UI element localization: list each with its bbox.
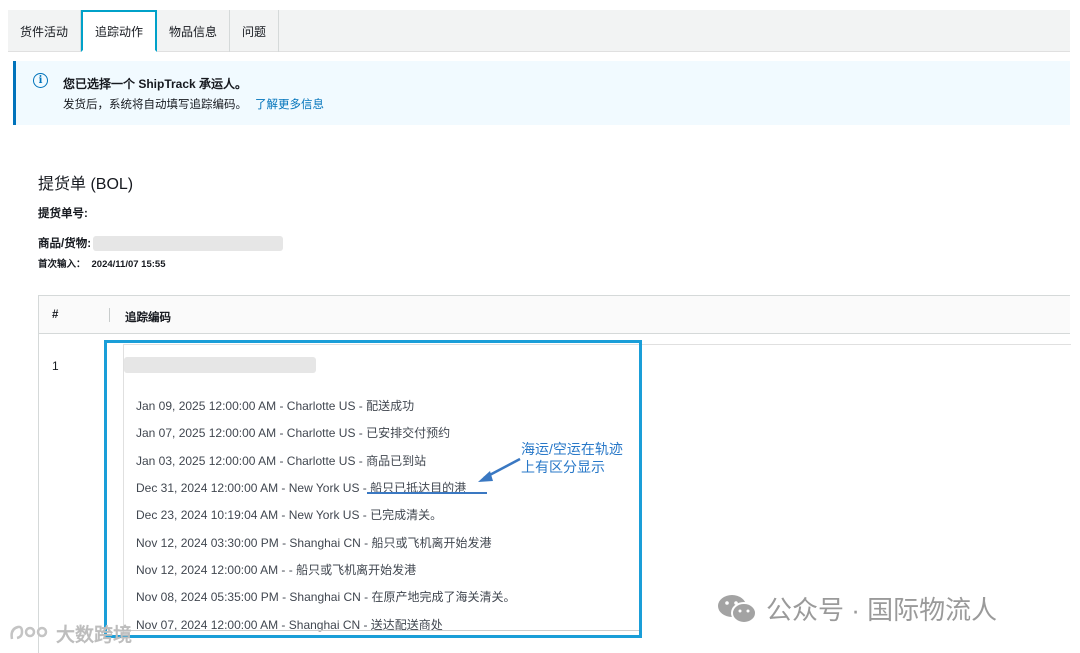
first-entry-value: 2024/11/07 15:55 bbox=[91, 259, 166, 270]
info-circle-icon: i bbox=[33, 73, 48, 88]
highlight-box bbox=[104, 340, 642, 638]
watermark-left-text: 大数跨境 bbox=[56, 625, 133, 646]
tab-tracking-actions[interactable]: 追踪动作 bbox=[81, 10, 158, 52]
goods-label: 商品/货物: bbox=[38, 238, 92, 250]
goods-redacted-value bbox=[93, 235, 284, 251]
tab-label: 追踪动作 bbox=[95, 24, 144, 39]
alert-title: 您已选择一个 ShipTrack 承运人。 bbox=[63, 77, 248, 91]
bol-number-label: 提货单号: bbox=[38, 208, 88, 220]
alert-body-text: 发货后，系统将自动填写追踪编码。 bbox=[63, 99, 247, 111]
annotation-arrow-icon bbox=[478, 457, 521, 482]
tab-label: 物品信息 bbox=[169, 24, 218, 39]
watermark-left: 大数跨境 bbox=[8, 620, 132, 647]
column-divider bbox=[109, 308, 110, 322]
goods-row: 商品/货物: bbox=[38, 235, 284, 251]
tab-shipment-activity[interactable]: 货件活动 bbox=[8, 10, 82, 52]
column-header-tracking-code: 追踪编码 bbox=[125, 312, 171, 324]
first-entry-label: 首次输入： bbox=[38, 259, 86, 270]
tab-item-info[interactable]: 物品信息 bbox=[157, 10, 231, 52]
table-header: # 追踪编码 bbox=[39, 296, 1070, 334]
column-header-number: # bbox=[52, 309, 59, 321]
tab-issues[interactable]: 问题 bbox=[230, 10, 280, 52]
tab-bar: 货件活动 追踪动作 物品信息 问题 bbox=[8, 10, 1070, 52]
annotation-note: 海运/空运在轨迹 上有区分显示 bbox=[521, 440, 641, 476]
bol-section-title: 提货单 (BOL) bbox=[38, 176, 134, 193]
alert-body: 发货后，系统将自动填写追踪编码。 了解更多信息 bbox=[63, 96, 324, 112]
info-alert: i 您已选择一个 ShipTrack 承运人。 发货后，系统将自动填写追踪编码。… bbox=[13, 61, 1070, 125]
row-number: 1 bbox=[52, 359, 59, 373]
annotation-line-2: 上有区分显示 bbox=[521, 459, 605, 475]
wechat-icon bbox=[718, 594, 757, 624]
watermark-right-text: 公众号 · 国际物流人 bbox=[766, 595, 998, 625]
learn-more-link[interactable]: 了解更多信息 bbox=[255, 99, 324, 111]
annotation-underline bbox=[367, 492, 487, 494]
tab-label: 货件活动 bbox=[20, 24, 69, 39]
annotation-line-1: 海运/空运在轨迹 bbox=[521, 441, 623, 457]
tab-label: 问题 bbox=[242, 24, 267, 39]
watermark-right: 公众号 · 国际物流人 bbox=[716, 590, 997, 627]
first-entry: 首次输入： 2024/11/07 15:55 bbox=[38, 256, 165, 270]
watermark-logo-icon bbox=[10, 625, 48, 639]
